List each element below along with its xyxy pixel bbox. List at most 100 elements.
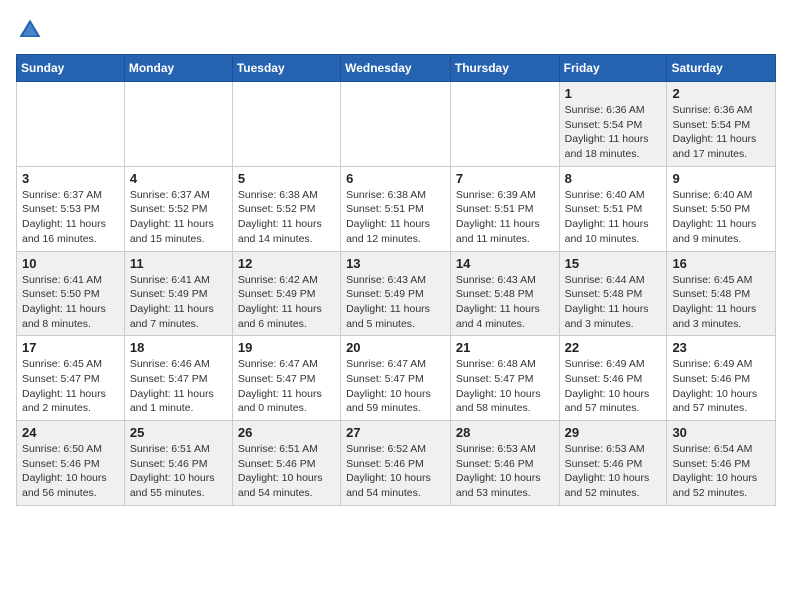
day-number: 19 (238, 340, 335, 355)
header-area (16, 16, 776, 44)
day-number: 12 (238, 256, 335, 271)
calendar-cell: 17 Sunrise: 6:45 AM Sunset: 5:47 PM Dayli… (17, 336, 125, 421)
day-number: 18 (130, 340, 227, 355)
weekday-header-monday: Monday (124, 55, 232, 82)
calendar-cell: 28 Sunrise: 6:53 AM Sunset: 5:46 PM Dayli… (450, 421, 559, 506)
weekday-header-row: SundayMondayTuesdayWednesdayThursdayFrid… (17, 55, 776, 82)
calendar-cell (450, 82, 559, 167)
calendar-body: 1 Sunrise: 6:36 AM Sunset: 5:54 PM Daylig… (17, 82, 776, 506)
day-info: Sunrise: 6:36 AM Sunset: 5:54 PM Dayligh… (672, 103, 770, 162)
calendar-cell: 11 Sunrise: 6:41 AM Sunset: 5:49 PM Dayli… (124, 251, 232, 336)
day-number: 2 (672, 86, 770, 101)
weekday-header-friday: Friday (559, 55, 667, 82)
weekday-header-tuesday: Tuesday (232, 55, 340, 82)
calendar-cell: 30 Sunrise: 6:54 AM Sunset: 5:46 PM Dayli… (667, 421, 776, 506)
day-number: 6 (346, 171, 445, 186)
weekday-header-sunday: Sunday (17, 55, 125, 82)
day-info: Sunrise: 6:53 AM Sunset: 5:46 PM Dayligh… (565, 442, 662, 501)
day-info: Sunrise: 6:53 AM Sunset: 5:46 PM Dayligh… (456, 442, 554, 501)
weekday-header-thursday: Thursday (450, 55, 559, 82)
day-number: 20 (346, 340, 445, 355)
calendar-cell: 18 Sunrise: 6:46 AM Sunset: 5:47 PM Dayli… (124, 336, 232, 421)
day-number: 25 (130, 425, 227, 440)
day-info: Sunrise: 6:49 AM Sunset: 5:46 PM Dayligh… (672, 357, 770, 416)
day-info: Sunrise: 6:50 AM Sunset: 5:46 PM Dayligh… (22, 442, 119, 501)
day-number: 3 (22, 171, 119, 186)
day-number: 16 (672, 256, 770, 271)
calendar-week-row: 3 Sunrise: 6:37 AM Sunset: 5:53 PM Daylig… (17, 166, 776, 251)
calendar-cell: 16 Sunrise: 6:45 AM Sunset: 5:48 PM Dayli… (667, 251, 776, 336)
day-number: 1 (565, 86, 662, 101)
day-info: Sunrise: 6:47 AM Sunset: 5:47 PM Dayligh… (238, 357, 335, 416)
day-number: 23 (672, 340, 770, 355)
calendar-cell: 22Sunrise: 6:49 AM Sunset: 5:46 PM Dayli… (559, 336, 667, 421)
day-number: 7 (456, 171, 554, 186)
day-number: 30 (672, 425, 770, 440)
day-info: Sunrise: 6:45 AM Sunset: 5:47 PM Dayligh… (22, 357, 119, 416)
calendar-week-row: 17 Sunrise: 6:45 AM Sunset: 5:47 PM Dayli… (17, 336, 776, 421)
calendar-cell: 24 Sunrise: 6:50 AM Sunset: 5:46 PM Dayli… (17, 421, 125, 506)
day-info: Sunrise: 6:38 AM Sunset: 5:51 PM Dayligh… (346, 188, 445, 247)
day-info: Sunrise: 6:48 AM Sunset: 5:47 PM Dayligh… (456, 357, 554, 416)
day-number: 21 (456, 340, 554, 355)
calendar-cell: 6 Sunrise: 6:38 AM Sunset: 5:51 PM Daylig… (341, 166, 451, 251)
calendar-cell: 5 Sunrise: 6:38 AM Sunset: 5:52 PM Daylig… (232, 166, 340, 251)
day-info: Sunrise: 6:42 AM Sunset: 5:49 PM Dayligh… (238, 273, 335, 332)
day-number: 8 (565, 171, 662, 186)
day-info: Sunrise: 6:54 AM Sunset: 5:46 PM Dayligh… (672, 442, 770, 501)
day-number: 9 (672, 171, 770, 186)
calendar-cell: 8 Sunrise: 6:40 AM Sunset: 5:51 PM Daylig… (559, 166, 667, 251)
calendar-cell: 3 Sunrise: 6:37 AM Sunset: 5:53 PM Daylig… (17, 166, 125, 251)
calendar-cell: 9 Sunrise: 6:40 AM Sunset: 5:50 PM Daylig… (667, 166, 776, 251)
day-info: Sunrise: 6:40 AM Sunset: 5:51 PM Dayligh… (565, 188, 662, 247)
day-info: Sunrise: 6:37 AM Sunset: 5:53 PM Dayligh… (22, 188, 119, 247)
calendar-week-row: 10 Sunrise: 6:41 AM Sunset: 5:50 PM Dayli… (17, 251, 776, 336)
calendar-week-row: 1 Sunrise: 6:36 AM Sunset: 5:54 PM Daylig… (17, 82, 776, 167)
calendar-cell: 27 Sunrise: 6:52 AM Sunset: 5:46 PM Dayli… (341, 421, 451, 506)
day-number: 13 (346, 256, 445, 271)
calendar-cell: 29 Sunrise: 6:53 AM Sunset: 5:46 PM Dayli… (559, 421, 667, 506)
calendar-cell (232, 82, 340, 167)
calendar-cell: 25 Sunrise: 6:51 AM Sunset: 5:46 PM Dayli… (124, 421, 232, 506)
day-number: 27 (346, 425, 445, 440)
calendar-cell: 23 Sunrise: 6:49 AM Sunset: 5:46 PM Dayli… (667, 336, 776, 421)
day-info: Sunrise: 6:41 AM Sunset: 5:50 PM Dayligh… (22, 273, 119, 332)
day-info: Sunrise: 6:45 AM Sunset: 5:48 PM Dayligh… (672, 273, 770, 332)
calendar-cell: 4 Sunrise: 6:37 AM Sunset: 5:52 PM Daylig… (124, 166, 232, 251)
calendar-table: SundayMondayTuesdayWednesdayThursdayFrid… (16, 54, 776, 506)
day-info: Sunrise: 6:43 AM Sunset: 5:49 PM Dayligh… (346, 273, 445, 332)
day-number: 5 (238, 171, 335, 186)
logo-icon (16, 16, 44, 44)
day-number: 4 (130, 171, 227, 186)
calendar-cell: 19 Sunrise: 6:47 AM Sunset: 5:47 PM Dayli… (232, 336, 340, 421)
day-number: 14 (456, 256, 554, 271)
day-number: 17 (22, 340, 119, 355)
calendar-cell: 1Sunrise: 6:36 AM Sunset: 5:54 PM Daylig… (559, 82, 667, 167)
day-info: Sunrise: 6:37 AM Sunset: 5:52 PM Dayligh… (130, 188, 227, 247)
calendar-cell: 14 Sunrise: 6:43 AM Sunset: 5:48 PM Dayli… (450, 251, 559, 336)
day-info: Sunrise: 6:43 AM Sunset: 5:48 PM Dayligh… (456, 273, 554, 332)
day-info: Sunrise: 6:44 AM Sunset: 5:48 PM Dayligh… (565, 273, 662, 332)
calendar-cell (341, 82, 451, 167)
day-info: Sunrise: 6:46 AM Sunset: 5:47 PM Dayligh… (130, 357, 227, 416)
day-info: Sunrise: 6:51 AM Sunset: 5:46 PM Dayligh… (130, 442, 227, 501)
day-info: Sunrise: 6:52 AM Sunset: 5:46 PM Dayligh… (346, 442, 445, 501)
calendar-cell: 21 Sunrise: 6:48 AM Sunset: 5:47 PM Dayli… (450, 336, 559, 421)
day-info: Sunrise: 6:40 AM Sunset: 5:50 PM Dayligh… (672, 188, 770, 247)
calendar-week-row: 24 Sunrise: 6:50 AM Sunset: 5:46 PM Dayli… (17, 421, 776, 506)
weekday-header-wednesday: Wednesday (341, 55, 451, 82)
day-number: 24 (22, 425, 119, 440)
calendar-cell: 26Sunrise: 6:51 AM Sunset: 5:46 PM Dayli… (232, 421, 340, 506)
day-number: 28 (456, 425, 554, 440)
day-number: 11 (130, 256, 227, 271)
calendar-cell: 20Sunrise: 6:47 AM Sunset: 5:47 PM Dayli… (341, 336, 451, 421)
day-info: Sunrise: 6:41 AM Sunset: 5:49 PM Dayligh… (130, 273, 227, 332)
calendar-cell: 12 Sunrise: 6:42 AM Sunset: 5:49 PM Dayli… (232, 251, 340, 336)
day-info: Sunrise: 6:38 AM Sunset: 5:52 PM Dayligh… (238, 188, 335, 247)
day-number: 22 (565, 340, 662, 355)
day-number: 10 (22, 256, 119, 271)
calendar-cell: 10 Sunrise: 6:41 AM Sunset: 5:50 PM Dayli… (17, 251, 125, 336)
day-number: 29 (565, 425, 662, 440)
day-number: 15 (565, 256, 662, 271)
day-info: Sunrise: 6:51 AM Sunset: 5:46 PM Dayligh… (238, 442, 335, 501)
